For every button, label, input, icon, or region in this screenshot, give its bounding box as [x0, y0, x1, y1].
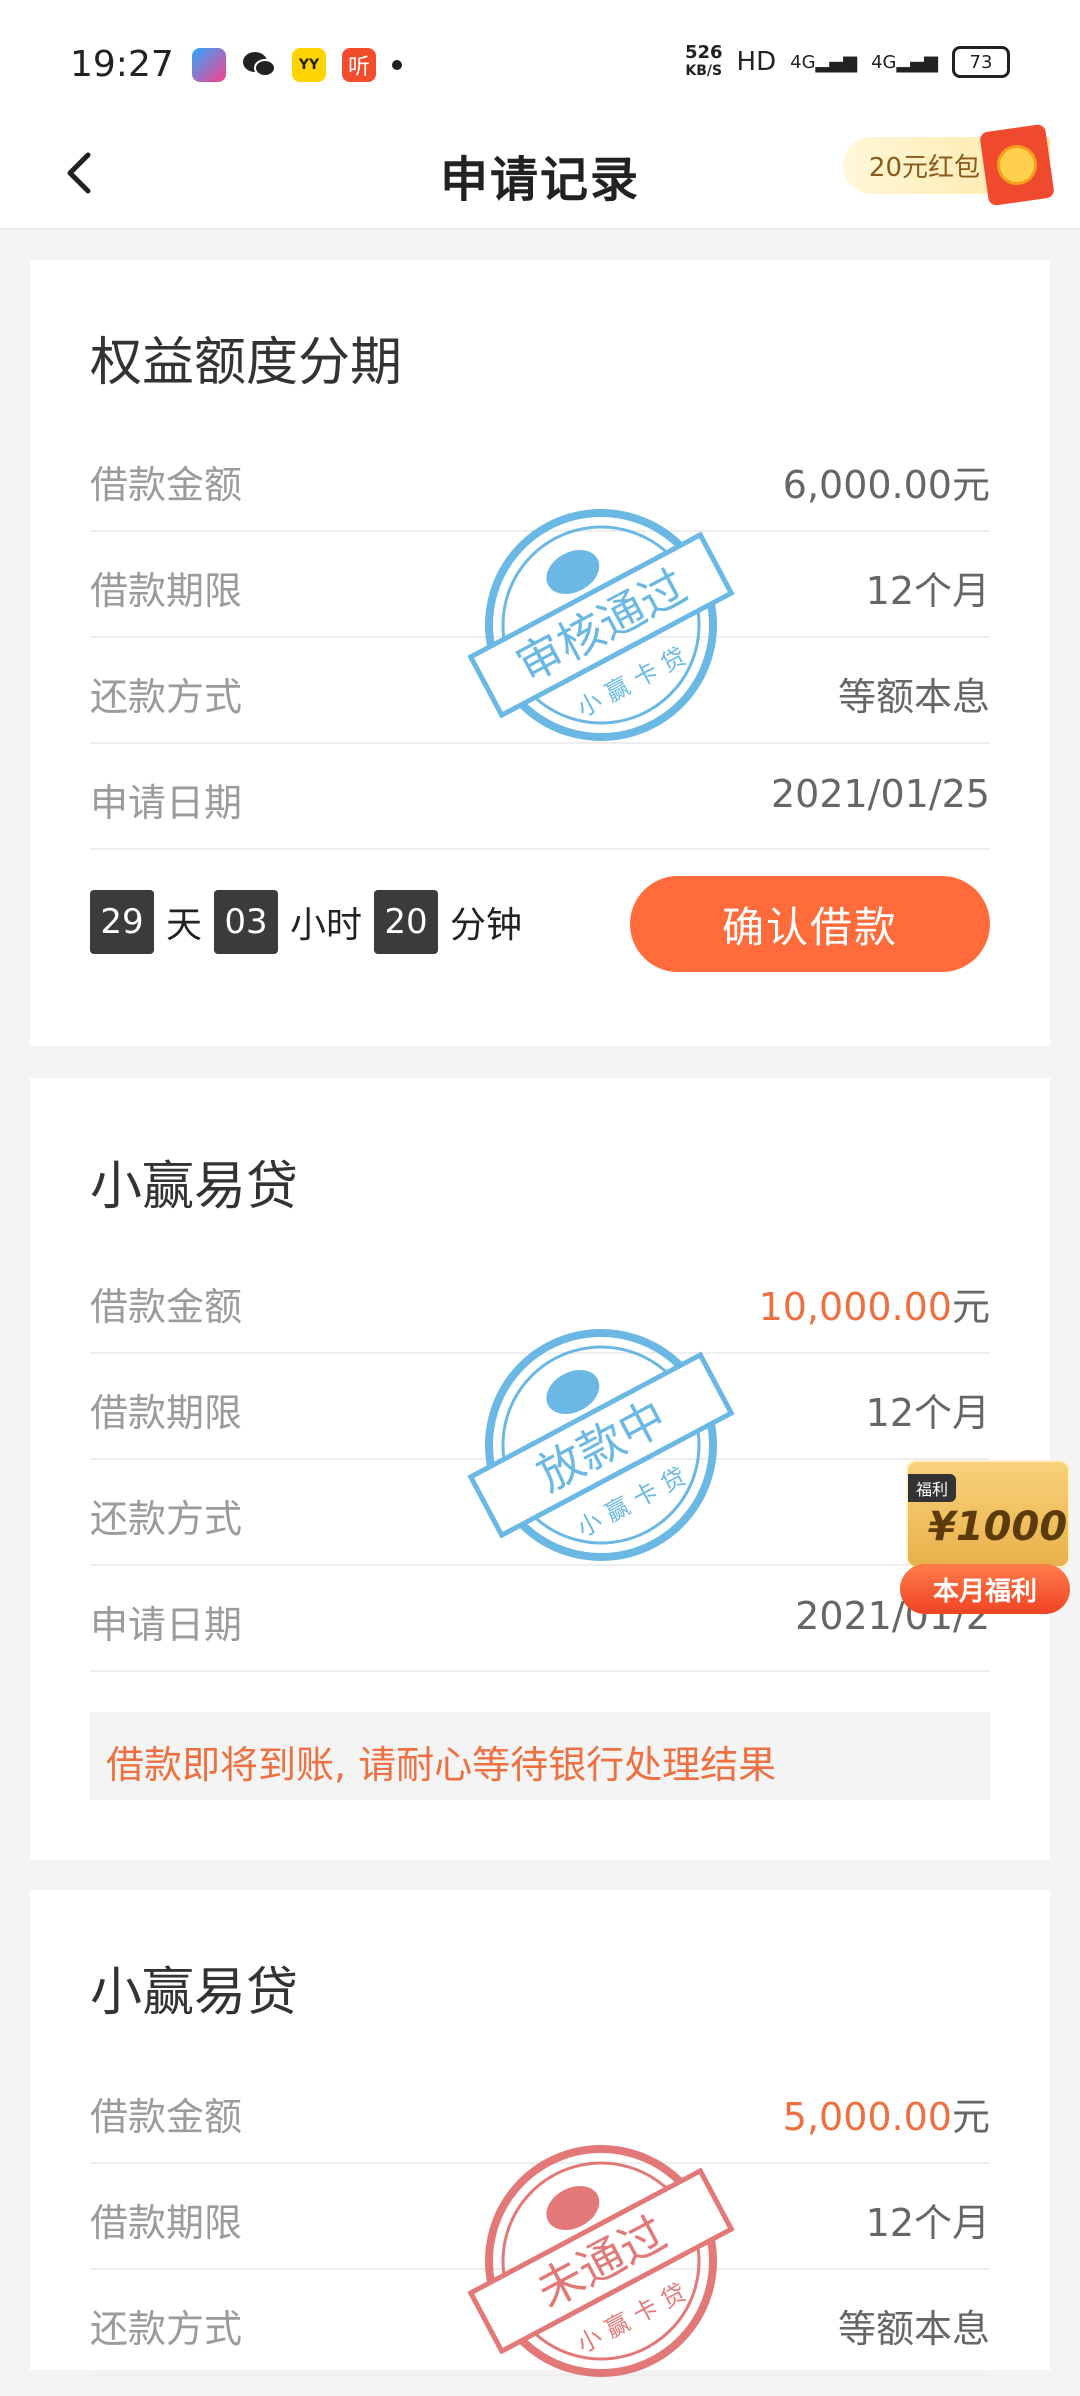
- amount-value: 5,000.00: [782, 2095, 952, 2139]
- row-label: 申请日期: [90, 1603, 243, 1647]
- approved-stamp: 审核通过 小 赢 卡 贷: [467, 509, 735, 741]
- red-packet-icon: [979, 123, 1055, 207]
- network-speed-unit: KB/S: [685, 63, 723, 79]
- notice-text: 借款即将到账, 请耐心等待银行处理结果: [106, 1743, 777, 1787]
- row-value: 12个月: [865, 569, 990, 613]
- row-label: 还款方式: [90, 1497, 243, 1541]
- welfare-amount: ¥1000: [928, 1504, 1068, 1550]
- countdown-timer: 29 天 03 小时 20 分钟: [90, 890, 534, 954]
- battery-icon: 73: [952, 46, 1010, 78]
- detail-row-date: 申请日期 2021/01/2: [90, 1566, 990, 1672]
- row-value: 2021/01/25: [770, 772, 990, 816]
- countdown-days-unit: 天: [166, 905, 203, 946]
- card-title: 小赢易贷: [90, 1963, 299, 2023]
- welfare-coupon: 福利 ¥1000: [906, 1460, 1070, 1568]
- row-value: 等额本息: [837, 675, 990, 719]
- red-packet-button[interactable]: 20元红包: [842, 123, 1055, 207]
- row-label: 还款方式: [90, 675, 243, 719]
- network-type-2: 4G: [871, 51, 897, 73]
- status-app-icons: YY 听: [192, 48, 402, 82]
- yy-app-icon: YY: [292, 48, 326, 82]
- notification-dot-icon: [392, 60, 402, 70]
- network-type-1: 4G: [790, 51, 816, 73]
- row-label: 借款期限: [90, 1391, 243, 1435]
- row-value: 12个月: [865, 2201, 990, 2245]
- countdown-hours-unit: 小时: [290, 905, 363, 946]
- countdown-hours: 03: [214, 890, 279, 954]
- application-card: 小赢易贷 借款金额 5,000.00元 借款期限 12个月 还款方式 等额本息 …: [30, 1890, 1050, 2377]
- amount-value: 10,000.00: [758, 1285, 952, 1329]
- row-label: 借款金额: [90, 463, 243, 507]
- wechat-app-icon: [242, 48, 276, 82]
- header: 申请记录 20元红包: [0, 120, 1080, 230]
- monthly-welfare-badge[interactable]: 福利 ¥1000 本月福利: [890, 1450, 1080, 1630]
- status-time: 19:27: [70, 44, 174, 85]
- row-value: 10,000.00元: [759, 1276, 990, 1331]
- rejected-stamp: 未通过 小 赢 卡 贷: [467, 2145, 735, 2377]
- hd-label: HD: [736, 47, 777, 77]
- row-label: 还款方式: [90, 2307, 243, 2351]
- amount-unit: 6,000.00元: [782, 463, 990, 507]
- row-label: 借款金额: [90, 2095, 243, 2139]
- row-label: 借款期限: [90, 2201, 243, 2245]
- card-title: 权益额度分期: [90, 333, 403, 393]
- row-value: 等额本息: [837, 2307, 990, 2351]
- card-title: 小赢易贷: [90, 1157, 299, 1217]
- disbursing-stamp: 放款中 小 赢 卡 贷: [467, 1329, 735, 1561]
- countdown-minutes-unit: 分钟: [450, 905, 523, 946]
- welfare-button[interactable]: 本月福利: [900, 1564, 1070, 1614]
- row-value: 12个月: [865, 1391, 990, 1435]
- countdown-minutes: 20: [374, 890, 439, 954]
- row-value: 5,000.00元: [783, 2086, 990, 2141]
- amount-unit: 元: [951, 2095, 990, 2139]
- network-speed: 526 KB/S: [685, 44, 723, 80]
- signal-icon-2: 4G▂▄▆: [871, 51, 938, 73]
- row-label: 借款金额: [90, 1285, 243, 1329]
- welfare-tag: 福利: [908, 1474, 957, 1502]
- signal-icon-1: 4G▂▄▆: [790, 51, 858, 73]
- youku-app-icon: [192, 48, 226, 82]
- row-label: 借款期限: [90, 569, 243, 613]
- ting-app-icon: 听: [342, 48, 376, 82]
- network-speed-value: 526: [684, 42, 723, 63]
- status-indicators: 526 KB/S HD 4G▂▄▆ 4G▂▄▆ 73: [685, 44, 1010, 80]
- status-bar: 19:27 YY 听 526 KB/S HD 4G▂▄▆ 4G▂▄▆ 73: [0, 0, 1080, 120]
- countdown-days: 29: [90, 890, 154, 954]
- application-card: 权益额度分期 借款金额 6,000.00元 借款期限 12个月 还款方式 等额本…: [30, 260, 1050, 1046]
- amount-unit: 元: [951, 1285, 990, 1329]
- status-notice: 借款即将到账, 请耐心等待银行处理结果: [90, 1712, 990, 1800]
- row-value: 6,000.00元: [783, 454, 990, 509]
- confirm-loan-button[interactable]: 确认借款: [630, 876, 990, 972]
- row-label: 申请日期: [90, 781, 243, 825]
